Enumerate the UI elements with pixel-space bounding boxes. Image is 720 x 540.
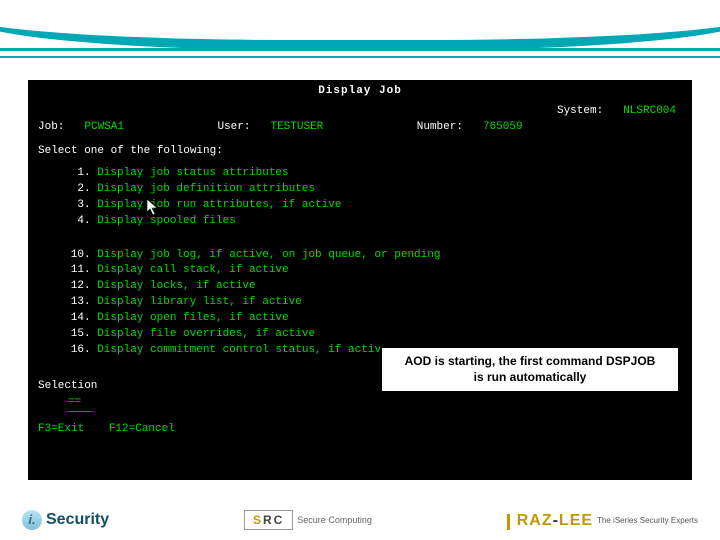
- annotation-callout: AOD is starting, the first command DSPJO…: [380, 346, 680, 393]
- razlee-logo: RAZ-LEE The iSeries Security Experts: [507, 512, 698, 530]
- isecurity-word: Security: [46, 511, 109, 529]
- number-label: Number:: [417, 120, 463, 136]
- menu-group-1: 1. Display job status attributes 2. Disp…: [56, 166, 682, 230]
- job-label: Job:: [38, 120, 64, 136]
- razlee-bar-icon: [507, 514, 510, 530]
- callout-line2: is run automatically: [392, 370, 668, 386]
- menu-item[interactable]: 11. Display call stack, if active: [56, 263, 682, 279]
- menu-item[interactable]: 4. Display spooled files: [56, 214, 682, 230]
- job-value: PCWSA1: [84, 120, 124, 136]
- src-box: SRC: [244, 510, 293, 530]
- menu-group-2: 10. Display job log, if active, on job q…: [56, 248, 682, 360]
- razlee-tagline: The iSeries Security Experts: [597, 516, 698, 525]
- menu-item[interactable]: 3. Display job run attributes, if active: [56, 198, 682, 214]
- terminal-screen: Display Job System: NLSRC004 Job: PCWSA1…: [28, 80, 692, 480]
- menu-item[interactable]: 13. Display library list, if active: [56, 295, 682, 311]
- user-value: TESTUSER: [270, 120, 323, 136]
- f3-exit[interactable]: F3=Exit: [38, 423, 84, 435]
- src-logo: SRC Secure Computing: [244, 510, 372, 530]
- select-prompt: Select one of the following:: [38, 144, 682, 160]
- src-tagline: Secure Computing: [297, 515, 372, 525]
- menu-item[interactable]: 14. Display open files, if active: [56, 311, 682, 327]
- header-row-2: Job: PCWSA1 User: TESTUSER Number: 76505…: [38, 120, 682, 136]
- function-keys: F3=Exit F12=Cancel: [38, 422, 682, 438]
- menu-item[interactable]: 10. Display job log, if active, on job q…: [56, 248, 682, 264]
- razlee-brand-a: RAZ: [517, 512, 553, 529]
- number-value: 765059: [483, 120, 523, 136]
- menu-item[interactable]: 12. Display locks, if active: [56, 279, 682, 295]
- system-value: NLSRC004: [623, 104, 676, 120]
- menu-item[interactable]: 2. Display job definition attributes: [56, 182, 682, 198]
- f12-cancel[interactable]: F12=Cancel: [109, 423, 175, 435]
- menu-item[interactable]: 15. Display file overrides, if active: [56, 327, 682, 343]
- isecurity-logo: i. Security: [22, 510, 109, 530]
- screen-title: Display Job: [38, 84, 682, 100]
- user-label: User:: [217, 120, 250, 136]
- footer-bar: i. Security SRC Secure Computing RAZ-LEE…: [0, 482, 720, 540]
- menu-item[interactable]: 1. Display job status attributes: [56, 166, 682, 182]
- selection-input[interactable]: ==: [68, 395, 92, 412]
- header-swoosh: [0, 0, 720, 80]
- isecurity-i-icon: i.: [22, 510, 42, 530]
- system-label: System:: [557, 104, 603, 120]
- callout-line1: AOD is starting, the first command DSPJO…: [392, 354, 668, 370]
- razlee-brand-b: LEE: [559, 512, 593, 529]
- header-row-1: System: NLSRC004: [38, 104, 682, 120]
